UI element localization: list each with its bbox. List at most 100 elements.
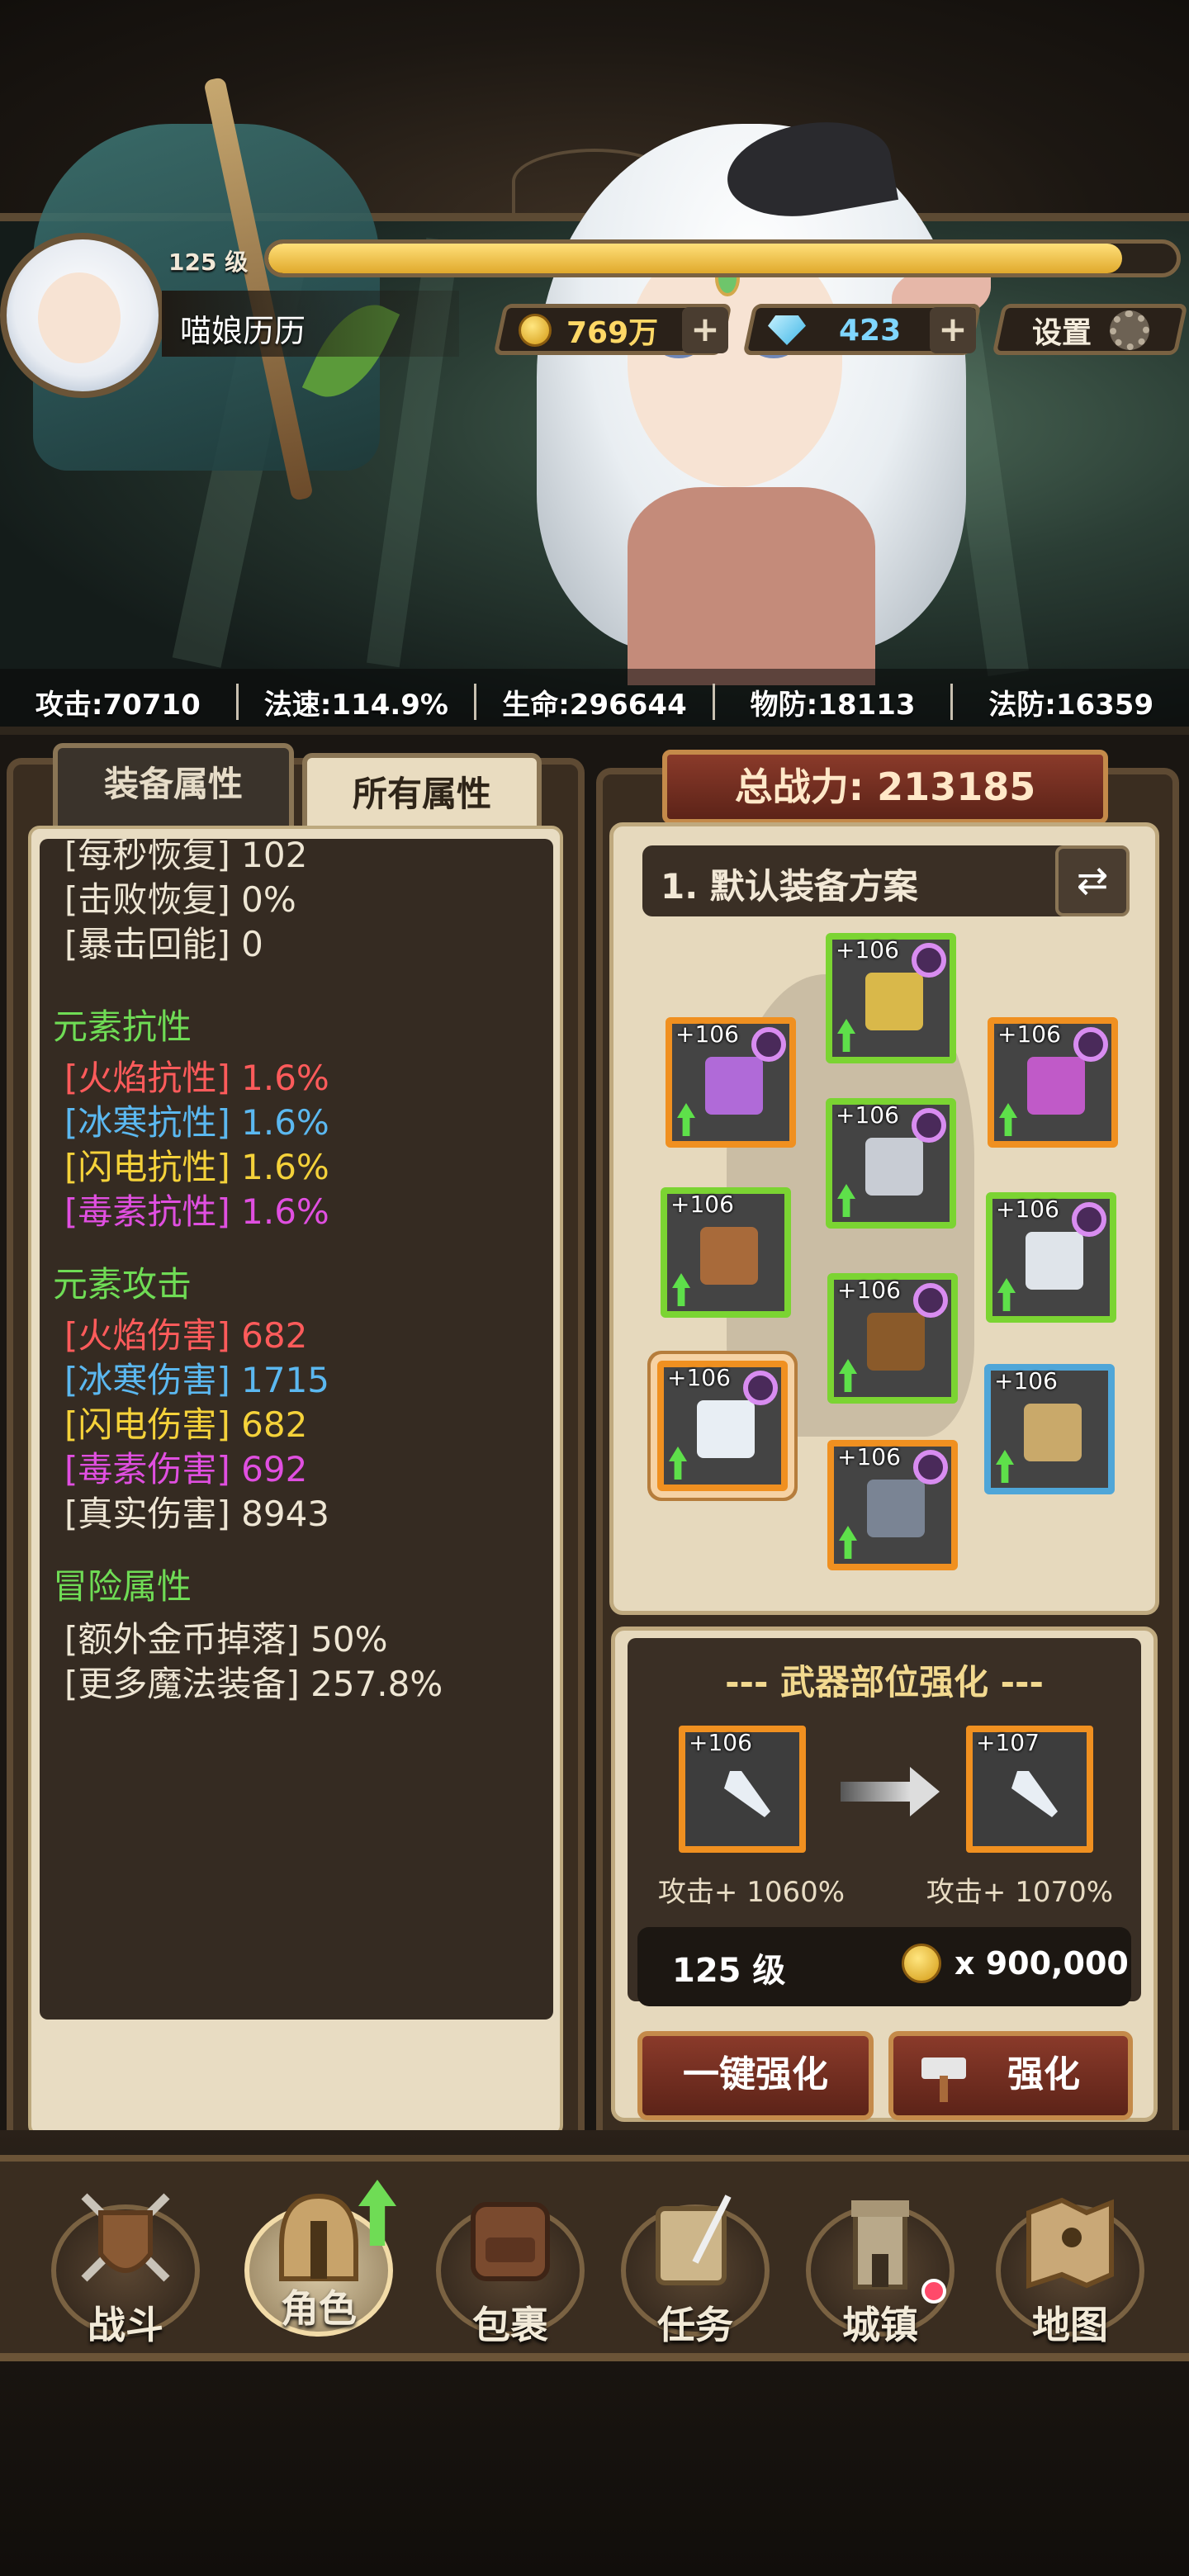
nav-label: 任务 [657,2303,733,2347]
upgrade-arrow-icon [839,1526,857,1559]
add-gold-button[interactable]: + [682,307,728,353]
slot-level: +106 [667,1364,731,1391]
equip-slot-necklace[interactable]: +106 [988,1017,1118,1148]
pants-icon [867,1313,925,1371]
player-level: 125 级 [168,249,249,276]
upgrade-arrow-icon [669,1447,687,1480]
upgrade-arrow-icon [996,1450,1014,1483]
equip-slot-armor[interactable]: +106 [826,1098,956,1229]
scroll-quill-icon [656,2195,732,2285]
enchant-swirl-icon [1073,1027,1108,1062]
equip-slot-boots[interactable]: +106 [827,1440,958,1570]
total-power: 总战力: 213185 [662,750,1108,824]
equip-slot-ring[interactable]: +106 [666,1017,796,1148]
dagger-icon [1011,1771,1058,1817]
attr-more-magic-gear: [更多魔法装备] 257.8% [64,1664,443,1704]
dagger-icon [724,1771,770,1817]
section-adventure: 冒险属性 [53,1566,192,1607]
attr-poison-damage: [毒素伤害] 692 [64,1449,308,1489]
nav-quests[interactable]: 任务 [613,2163,778,2353]
hammer-icon [921,2057,966,2102]
slot-level: +106 [837,1276,901,1304]
section-elemental-attack: 元素攻击 [53,1264,192,1305]
slot-level: +107 [976,1729,1040,1756]
backpack-icon [471,2202,550,2281]
equip-slot-helmet[interactable]: +106 [826,933,956,1063]
slot-level: +106 [836,1101,899,1129]
upgrade-arrow-icon [999,1103,1017,1136]
enchant-swirl-icon [913,1283,948,1318]
tab-all-attributes[interactable]: 所有属性 [302,753,542,832]
enchant-swirl-icon [913,1450,948,1485]
ring-icon [705,1057,763,1115]
section-elemental-resist: 元素抗性 [53,1006,192,1047]
nav-battle[interactable]: 战斗 [43,2163,208,2353]
settings-button[interactable]: 设置 [1032,307,1150,353]
nav-map[interactable]: 地图 [988,2163,1153,2353]
add-gems-button[interactable]: + [930,307,976,353]
boots-icon [867,1480,925,1537]
castle-tower-icon [851,2200,909,2290]
attributes-list[interactable]: [每秒恢复] 102 [击败恢复] 0% [暴击回能] 0 元素抗性 [火焰抗性… [40,839,553,2020]
gold-display: 769万 [519,307,658,353]
attr-poison-resist: [毒素抗性] 1.6% [64,1191,329,1232]
next-attack-bonus: 攻击+ 1070% [926,1876,1114,1909]
upgrade-cost: x 900,000 [955,1945,1129,1982]
map-icon [1026,2197,1114,2290]
gold-coin-icon [519,314,552,347]
upgrade-next-slot: +107 [966,1726,1093,1853]
attr-crit-energy: [暴击回能] 0 [64,924,263,964]
stat-physical-defense: 物防:18113 [750,688,916,722]
equip-slot-weapon[interactable]: +106 [657,1361,788,1491]
slot-level: +106 [689,1729,752,1756]
upgrade-arrow-icon [837,1019,855,1052]
nav-bag[interactable]: 包裹 [428,2163,593,2353]
current-attack-bonus: 攻击+ 1060% [657,1876,846,1909]
hero-body [628,487,875,685]
diamond-icon [768,315,806,345]
stat-attack: 攻击:70710 [35,688,201,722]
nav-label: 战斗 [88,2303,163,2347]
armor-icon [865,1138,923,1196]
helmet-icon [865,973,923,1030]
enchant-swirl-icon [1072,1202,1106,1237]
settings-label: 设置 [1032,316,1092,350]
equip-slot-offhand[interactable]: +106 [984,1364,1115,1494]
staff-icon [1024,1404,1082,1461]
nav-character[interactable]: 角色 [236,2163,401,2353]
player-name: 喵娘历历 [180,313,306,349]
gold-coin-icon [902,1944,941,1983]
swap-loadout-button[interactable]: ⇄ [1055,845,1130,916]
one-click-enhance-button[interactable]: 一键强化 [637,2031,874,2120]
enchant-swirl-icon [751,1027,786,1062]
upgrade-arrow-icon [677,1103,695,1136]
nav-label: 城镇 [842,2303,918,2347]
upgrade-arrow-icon [839,1359,857,1392]
nav-label: 包裹 [472,2303,548,2347]
enhance-label: 强化 [1007,2053,1080,2095]
upgrade-arrow-icon [997,1278,1016,1311]
attr-fire-damage: [火焰伤害] 682 [64,1315,308,1356]
upgrade-arrow-icon [672,1273,690,1306]
stats-bar: 攻击:70710 法速:114.9% 生命:296644 物防:18113 法防… [0,669,1189,735]
enhance-button[interactable]: 强化 [888,2031,1133,2120]
nav-town[interactable]: 城镇 [798,2163,963,2353]
xp-bar-fill [268,244,1122,273]
gold-amount: 769万 [566,316,659,350]
belt-icon [700,1227,758,1285]
dagger-icon [697,1400,755,1458]
attr-extra-gold: [额外金币掉落] 50% [64,1619,388,1660]
upgrade-title: --- 武器部位强化 --- [725,1662,1044,1702]
equip-slot-belt[interactable]: +106 [661,1187,791,1318]
stat-magic-defense: 法防:16359 [988,688,1154,722]
equip-slot-bracer[interactable]: +106 [986,1192,1116,1323]
enchant-swirl-icon [912,943,946,978]
stat-health: 生命:296644 [502,688,687,722]
nav-label: 角色 [281,2286,357,2331]
attr-ice-resist: [冰寒抗性] 1.6% [64,1102,329,1143]
loadout-title: 1. 默认装备方案 [661,866,918,907]
equip-slot-pants[interactable]: +106 [827,1273,958,1404]
xp-bar [264,239,1181,277]
tab-equipment-attributes[interactable]: 装备属性 [53,743,294,826]
required-level: 125 级 [672,1952,786,1990]
